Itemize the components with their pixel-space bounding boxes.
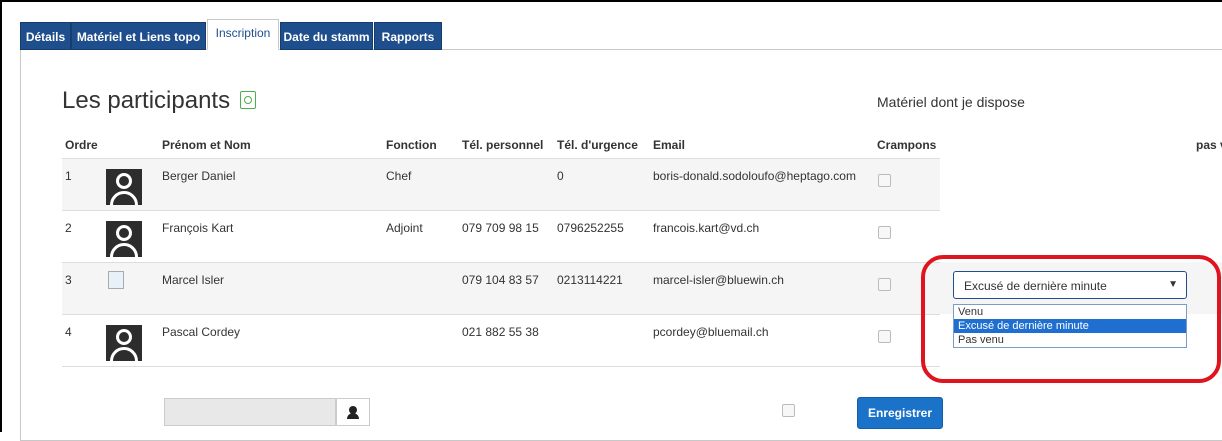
broken-image-icon bbox=[108, 271, 124, 289]
col-header-ordre: Ordre bbox=[65, 138, 98, 152]
cell-email: francois.kart@vd.ch bbox=[653, 221, 760, 235]
cell-email: boris-donald.sodoloufo@heptago.com bbox=[653, 169, 856, 183]
save-button[interactable]: Enregistrer bbox=[857, 397, 943, 429]
spreadsheet-export-icon[interactable] bbox=[240, 90, 257, 109]
col-header-tel-personnel: Tél. personnel bbox=[462, 138, 544, 152]
cell-ordre: 3 bbox=[65, 273, 72, 287]
cell-tel-urgence: 0796252255 bbox=[557, 221, 624, 235]
frame-border-top bbox=[0, 0, 1222, 2]
cell-nom: Pascal Cordey bbox=[162, 325, 241, 339]
page-title-block: Les participants bbox=[62, 87, 257, 115]
cell-fonction: Chef bbox=[386, 169, 412, 183]
table-row: 1 Berger Daniel Chef 0 boris-donald.sodo… bbox=[62, 158, 940, 211]
materiel-title: Matériel dont je dispose bbox=[877, 94, 1025, 110]
page-title: Les participants bbox=[62, 87, 231, 114]
crampons-checkbox[interactable] bbox=[878, 174, 891, 187]
tab-details[interactable]: Détails bbox=[20, 22, 71, 50]
cell-fonction: Adjoint bbox=[386, 221, 423, 235]
add-participant-input[interactable] bbox=[164, 398, 336, 426]
col-header-fonction: Fonction bbox=[386, 138, 437, 152]
table-row: 4 Pascal Cordey 021 882 55 38 pcordey@bl… bbox=[62, 314, 940, 367]
highlight-annotation bbox=[921, 255, 1221, 383]
avatar-placeholder-icon bbox=[106, 221, 142, 257]
cell-tel-urgence: 0 bbox=[557, 169, 564, 183]
tab-inscription[interactable]: Inscription bbox=[207, 19, 279, 50]
user-icon-button[interactable] bbox=[336, 398, 370, 426]
crampons-checkbox[interactable] bbox=[878, 278, 891, 291]
cell-tel-urgence: 0213114221 bbox=[557, 273, 623, 287]
crampons-checkbox[interactable] bbox=[878, 330, 891, 343]
table-bottom-divider bbox=[62, 366, 940, 368]
cell-tel-personnel: 079 709 98 15 bbox=[462, 221, 539, 235]
cell-ordre: 2 bbox=[65, 221, 72, 235]
col-header-tel-urgence: Tél. d'urgence bbox=[557, 138, 638, 152]
col-header-pas: pas v bbox=[1196, 138, 1222, 152]
avatar-placeholder-icon bbox=[106, 325, 142, 361]
tab-rapports[interactable]: Rapports bbox=[374, 22, 442, 50]
cell-tel-personnel: 021 882 55 38 bbox=[462, 325, 539, 339]
avatar-placeholder-icon bbox=[106, 169, 142, 205]
cell-nom: François Kart bbox=[162, 221, 234, 235]
cell-email: pcordey@bluemail.ch bbox=[653, 325, 769, 339]
cell-nom: Marcel Isler bbox=[162, 273, 225, 287]
table-row: 2 François Kart Adjoint 079 709 98 15 07… bbox=[62, 210, 940, 263]
tab-date-stamm[interactable]: Date du stamm bbox=[280, 22, 373, 50]
crampons-checkbox[interactable] bbox=[878, 226, 891, 239]
cell-ordre: 1 bbox=[65, 169, 72, 183]
col-header-nom: Prénom et Nom bbox=[162, 138, 251, 152]
col-header-crampons: Crampons bbox=[877, 138, 937, 152]
footer-checkbox[interactable] bbox=[782, 404, 795, 417]
cell-email: marcel-isler@bluewin.ch bbox=[653, 273, 784, 287]
cell-nom: Berger Daniel bbox=[162, 169, 236, 183]
cell-ordre: 4 bbox=[65, 325, 72, 339]
frame-border-left bbox=[0, 0, 2, 432]
table-row: 3 Marcel Isler 079 104 83 57 0213114221 … bbox=[62, 262, 940, 315]
tab-materiel[interactable]: Matériel et Liens topo bbox=[71, 22, 206, 50]
col-header-email: Email bbox=[653, 138, 686, 152]
cell-tel-personnel: 079 104 83 57 bbox=[462, 273, 539, 287]
